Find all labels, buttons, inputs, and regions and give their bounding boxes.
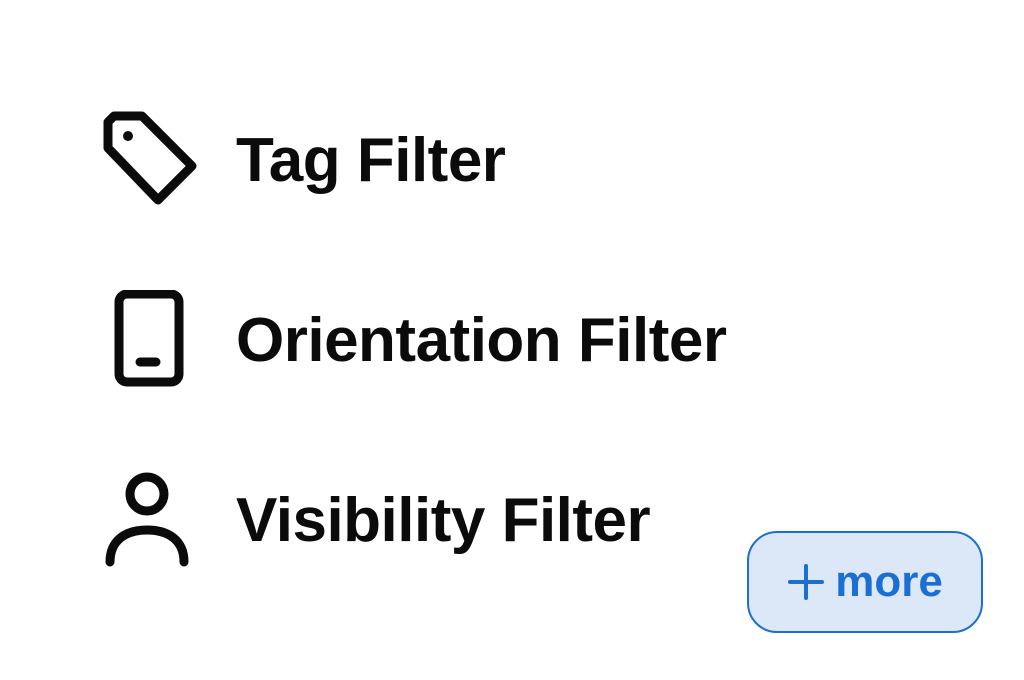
person-icon [100, 470, 200, 570]
filter-menu: Tag Filter Orientation Filter Visibility… [0, 0, 1024, 680]
filter-item-visibility[interactable]: Visibility Filter [100, 470, 651, 570]
more-button[interactable]: more [747, 531, 983, 633]
filter-item-tag[interactable]: Tag Filter [100, 110, 506, 210]
phone-icon [100, 290, 200, 390]
filter-label-orientation: Orientation Filter [236, 305, 727, 375]
plus-icon [787, 563, 825, 601]
more-button-label: more [835, 557, 943, 606]
filter-label-visibility: Visibility Filter [236, 485, 651, 555]
tag-icon [100, 110, 200, 210]
filter-label-tag: Tag Filter [236, 125, 506, 195]
filter-item-orientation[interactable]: Orientation Filter [100, 290, 727, 390]
